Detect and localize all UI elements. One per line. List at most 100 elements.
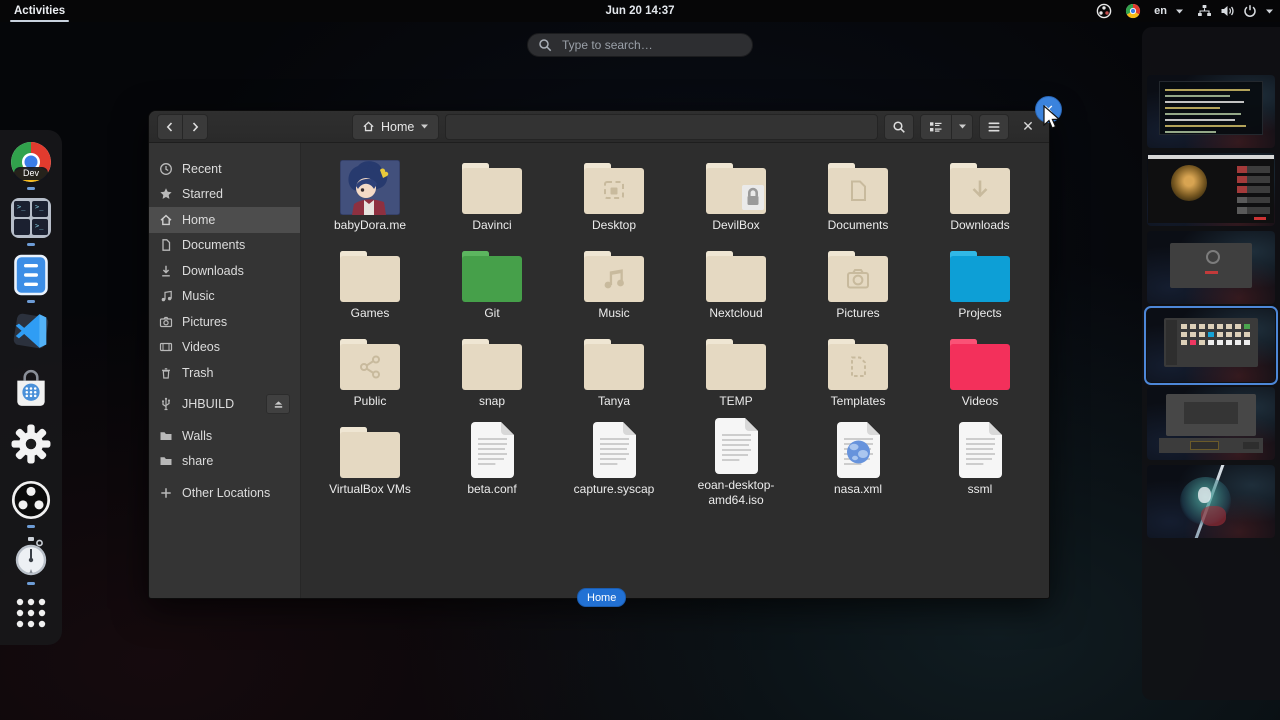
file-name: Templates (830, 394, 886, 408)
file-name: Documents (827, 218, 889, 232)
system-menu[interactable] (1197, 4, 1274, 18)
dock-item-app-grid[interactable] (0, 589, 62, 637)
search-input[interactable] (560, 37, 742, 53)
workspace-file-manager-thumbnail[interactable] (1144, 306, 1278, 385)
menu-button[interactable] (979, 113, 1009, 140)
obs-tray-icon[interactable] (1096, 3, 1112, 19)
file-item-git[interactable]: Git (431, 241, 553, 329)
sidebar-item-walls[interactable]: Walls (149, 423, 300, 449)
camera-icon (159, 315, 173, 329)
file-item-games[interactable]: Games (309, 241, 431, 329)
sidebar-item-pictures[interactable]: Pictures (149, 309, 300, 335)
sidebar-item-music[interactable]: Music (149, 284, 300, 310)
file-item-davinci[interactable]: Davinci (431, 153, 553, 241)
file-item-capture-syscap[interactable]: capture.syscap (553, 417, 675, 505)
file-item-ssml[interactable]: ssml (919, 417, 1041, 505)
file-item-virtualbox-vms[interactable]: VirtualBox VMs (309, 417, 431, 505)
workspace-terminal-thumbnail[interactable] (1147, 75, 1275, 148)
dock-item-chrome-dev[interactable]: Dev (0, 138, 62, 190)
system-tray[interactable]: en (1096, 0, 1274, 22)
file-name: ssml (967, 482, 993, 496)
file-item-eoan-desktop-amd64-iso[interactable]: eoan-desktop-amd64.iso (675, 417, 797, 507)
svg-text:>_: >_ (35, 222, 44, 230)
sidebar-item-home[interactable]: Home (149, 207, 300, 233)
files-window: Home ✕ Recent Starred Home Documents Downloa… (148, 110, 1050, 599)
eject-button[interactable] (266, 394, 290, 415)
file-item-babydora-me[interactable]: babyDora.me (309, 153, 431, 241)
forward-button[interactable] (183, 113, 208, 140)
usb-icon (159, 397, 173, 411)
file-item-beta-conf[interactable]: beta.conf (431, 417, 553, 505)
file-item-tanya[interactable]: Tanya (553, 329, 675, 417)
language-menu[interactable]: en (1154, 5, 1184, 17)
file-item-public[interactable]: Public (309, 329, 431, 417)
overview-close-button[interactable]: ✕ (1035, 96, 1062, 123)
status-badge: Home (577, 588, 627, 607)
overview-search[interactable] (527, 33, 753, 57)
running-indicator (27, 299, 35, 303)
dock-item-files[interactable] (0, 251, 62, 303)
trash-icon (159, 366, 173, 380)
file-item-snap[interactable]: snap (431, 329, 553, 417)
sidebar-item-documents[interactable]: Documents (149, 233, 300, 259)
sidebar-item-share[interactable]: share (149, 449, 300, 475)
sidebar-item-starred[interactable]: Starred (149, 182, 300, 208)
clock-label[interactable]: Jun 20 14:37 (605, 5, 674, 17)
top-bar: Activities Jun 20 14:37 en (0, 0, 1280, 22)
running-indicator (27, 525, 35, 529)
sidebar-item-downloads[interactable]: Downloads (149, 258, 300, 284)
network-icon (1197, 4, 1212, 18)
workspace-obs-studio-thumbnail[interactable] (1147, 387, 1275, 460)
activities-button[interactable]: Activities (8, 3, 71, 22)
file-icon (713, 417, 760, 475)
sidebar-item-recent[interactable]: Recent (149, 156, 300, 182)
back-button[interactable] (157, 113, 183, 140)
dock-item-terminator[interactable]: >_ >_ >_ (0, 194, 62, 247)
file-icon (469, 417, 516, 479)
file-item-downloads[interactable]: Downloads (919, 153, 1041, 241)
file-name: DevilBox (712, 218, 760, 232)
file-item-videos[interactable]: Videos (919, 329, 1041, 417)
file-item-projects[interactable]: Projects (919, 241, 1041, 329)
workspace-wallpaper-thumbnail[interactable] (1147, 465, 1275, 538)
running-indicator (27, 187, 35, 190)
sidebar-item-label: Walls (182, 428, 213, 443)
file-item-nasa-xml[interactable]: nasa.xml (797, 417, 919, 505)
sidebar-item-label: Home (182, 212, 216, 227)
file-item-temp[interactable]: TEMP (675, 329, 797, 417)
clock-icon (159, 162, 173, 176)
file-grid: babyDora.me Davinci Desktop DevilBox Documen… (301, 143, 1049, 598)
sidebar-item-videos[interactable]: Videos (149, 335, 300, 361)
sidebar-item-trash[interactable]: Trash (149, 360, 300, 386)
file-item-nextcloud[interactable]: Nextcloud (675, 241, 797, 329)
folder-icon (705, 241, 767, 303)
file-item-documents[interactable]: Documents (797, 153, 919, 241)
dock-item-obs[interactable] (0, 476, 62, 529)
workspace-video-browser-thumbnail[interactable] (1147, 153, 1275, 226)
dock-item-clocks[interactable] (0, 533, 62, 585)
search-icon (538, 38, 552, 52)
breadcrumb-home[interactable]: Home (352, 113, 440, 140)
location-bar[interactable] (445, 113, 878, 140)
dock-item-vscode[interactable] (0, 307, 62, 355)
file-item-desktop[interactable]: Desktop (553, 153, 675, 241)
file-icon (957, 417, 1004, 479)
dock-item-settings[interactable] (0, 420, 62, 468)
view-toggle-button[interactable] (920, 113, 952, 140)
folder-icon (461, 329, 523, 391)
file-item-devilbox[interactable]: DevilBox (675, 153, 797, 241)
file-item-pictures[interactable]: Pictures (797, 241, 919, 329)
sidebar-item-jhbuild[interactable]: JHBUILD (149, 392, 300, 418)
sidebar-item-label: Downloads (182, 263, 244, 278)
download-icon (159, 264, 173, 278)
file-item-templates[interactable]: Templates (797, 329, 919, 417)
file-item-music[interactable]: Music (553, 241, 675, 329)
sidebar-item-other-locations[interactable]: Other Locations (149, 480, 300, 506)
search-toggle-button[interactable] (884, 113, 914, 140)
dock-item-software[interactable] (0, 364, 62, 412)
file-name: Downloads (950, 218, 1010, 232)
view-options-caret[interactable] (952, 113, 973, 140)
workspace-dialog-thumbnail[interactable] (1147, 231, 1275, 304)
chrome-tray-icon[interactable] (1125, 3, 1141, 19)
sidebar-item-label: Documents (182, 238, 246, 253)
